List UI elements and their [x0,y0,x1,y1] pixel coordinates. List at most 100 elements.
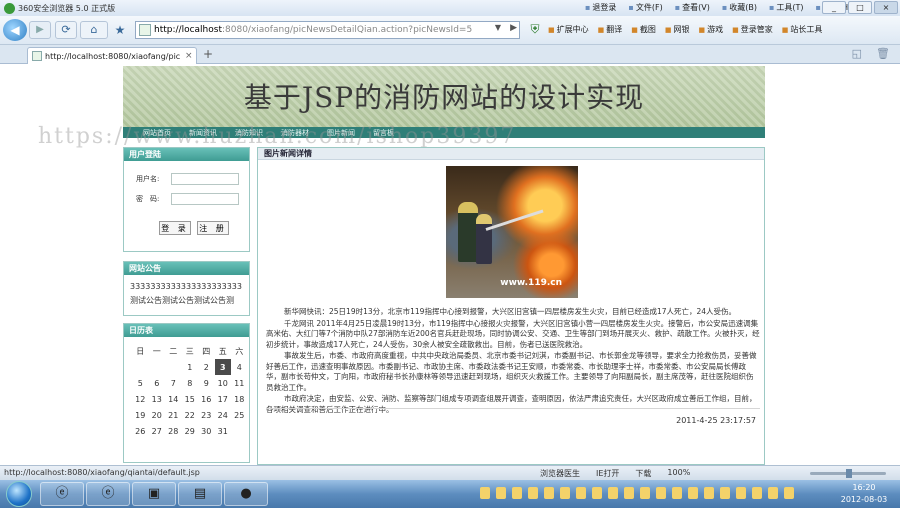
calendar-day[interactable]: 12 [132,391,149,407]
tray-icon[interactable] [512,487,522,499]
favorites-button[interactable]: ★ [111,21,129,39]
taskbar-app[interactable]: ▣ [132,482,176,506]
tray-icon[interactable] [544,487,554,499]
maximize-button[interactable]: □ [848,1,872,14]
login-button[interactable]: 登 录 [159,221,191,235]
trash-icon[interactable]: 🗑 [876,47,890,60]
address-dropdown-icon[interactable]: ▼ [495,23,501,32]
tab-label: http://localhost:8080/xiaofang/pic... [45,51,181,61]
news-detail-panel: 图片新闻详情 www.119.cn 新华网快讯：25日19时13分，北京市119… [257,147,765,465]
calendar-day[interactable]: 27 [149,423,166,439]
tray-icon[interactable] [736,487,746,499]
calendar-day[interactable]: 3 [214,359,231,375]
tray-icon[interactable] [784,487,794,499]
calendar-day[interactable]: 9 [198,375,215,391]
address-bar[interactable]: http://localhost:8080/xiaofang/picNewsDe… [135,21,520,39]
webmaster-tools-button[interactable]: 站长工具 [782,24,822,35]
calendar-day[interactable]: 6 [149,375,166,391]
tray-icon[interactable] [656,487,666,499]
calendar-day[interactable]: 7 [165,375,182,391]
tray-icon[interactable] [704,487,714,499]
online-banking-button[interactable]: 网银 [665,24,690,35]
go-icon[interactable]: ▶ [510,23,517,33]
menu-view[interactable]: 查看(V) [675,2,710,13]
calendar-day[interactable]: 1 [182,359,199,375]
menu-logout[interactable]: 退登录 [585,2,616,13]
new-tab-button[interactable]: + [200,48,216,62]
start-button[interactable] [6,481,32,507]
notice-text[interactable]: 3333333333333333333333测试公告测试公告测试公告测 [124,275,249,308]
browser-doctor-button[interactable]: 浏览器医生 [540,468,580,479]
register-button[interactable]: 注 册 [197,221,229,235]
translate-button[interactable]: 翻译 [598,24,622,35]
calendar-day[interactable]: 26 [132,423,149,439]
calendar-day[interactable]: 22 [182,407,199,423]
extension-center-button[interactable]: 扩展中心 [548,24,589,35]
download-button[interactable]: 下载 [635,468,651,479]
calendar-day[interactable]: 20 [149,407,166,423]
calendar-day[interactable]: 14 [165,391,182,407]
security-shield-icon[interactable]: ⛨ [527,21,543,37]
menu-tools[interactable]: 工具(T) [769,2,803,13]
tray-icon[interactable] [720,487,730,499]
calendar-day[interactable]: 19 [132,407,149,423]
zoom-level[interactable]: 100% [667,468,690,479]
calendar-day[interactable]: 24 [215,407,232,423]
calendar-day[interactable]: 29 [182,423,199,439]
calendar-day[interactable]: 28 [165,423,182,439]
minimize-button[interactable]: _ [822,1,846,14]
taskbar-explorer[interactable]: ▤ [178,482,222,506]
taskbar-clock[interactable]: 16:20 2012-08-03 [834,482,894,506]
forward-button[interactable]: ▶ [29,21,51,39]
tray-icon[interactable] [560,487,570,499]
calendar-day[interactable]: 11 [231,375,248,391]
calendar-day[interactable]: 31 [215,423,232,439]
calendar-day[interactable]: 30 [198,423,215,439]
tray-icon[interactable] [672,487,682,499]
calendar-day[interactable]: 23 [198,407,215,423]
calendar-day[interactable]: 10 [215,375,232,391]
tray-icon[interactable] [576,487,586,499]
home-button[interactable]: ⌂ [80,21,108,39]
calendar-day[interactable]: 15 [182,391,199,407]
tray-icon[interactable] [592,487,602,499]
tray-icon[interactable] [480,487,490,499]
calendar-day[interactable]: 4 [231,359,248,375]
taskbar-360-browser[interactable]: ⓔ [40,482,84,506]
calendar-day[interactable]: 5 [132,375,149,391]
tray-icon[interactable] [528,487,538,499]
tray-icon[interactable] [624,487,634,499]
tray-icon[interactable] [640,487,650,499]
tray-icon[interactable] [752,487,762,499]
tray-icon[interactable] [608,487,618,499]
restore-icon[interactable]: ◱ [852,47,862,60]
tray-icon[interactable] [768,487,778,499]
open-in-ie-button[interactable]: IE打开 [596,468,619,479]
calendar-day[interactable]: 18 [231,391,248,407]
menu-file[interactable]: 文件(F) [628,2,663,13]
taskbar-app2[interactable]: ● [224,482,268,506]
screenshot-button[interactable]: 截图 [631,24,656,35]
refresh-button[interactable]: ⟳ [55,21,77,39]
calendar-day[interactable]: 17 [215,391,232,407]
close-window-button[interactable]: × [874,1,898,14]
calendar-day[interactable]: 21 [165,407,182,423]
calendar-day[interactable]: 16 [198,391,215,407]
calendar-day[interactable]: 13 [149,391,166,407]
username-input[interactable] [171,173,240,185]
calendar-day[interactable]: 8 [182,375,199,391]
zoom-slider-handle[interactable] [846,469,852,478]
tab-close-icon[interactable]: × [185,51,193,61]
password-input[interactable] [171,193,240,205]
tab-current[interactable]: http://localhost:8080/xiaofang/pic... × [27,47,197,64]
games-button[interactable]: 游戏 [699,24,723,35]
calendar-day[interactable]: 25 [231,407,248,423]
menu-favorites[interactable]: 收藏(B) [722,2,757,13]
tray-icon[interactable] [688,487,698,499]
back-button[interactable]: ◀ [3,19,27,41]
taskbar-ie[interactable]: ⓔ [86,482,130,506]
login-manager-button[interactable]: 登录管家 [732,24,773,35]
tray-icon[interactable] [496,487,506,499]
zoom-slider[interactable] [810,469,886,478]
calendar-day[interactable]: 2 [198,359,215,375]
